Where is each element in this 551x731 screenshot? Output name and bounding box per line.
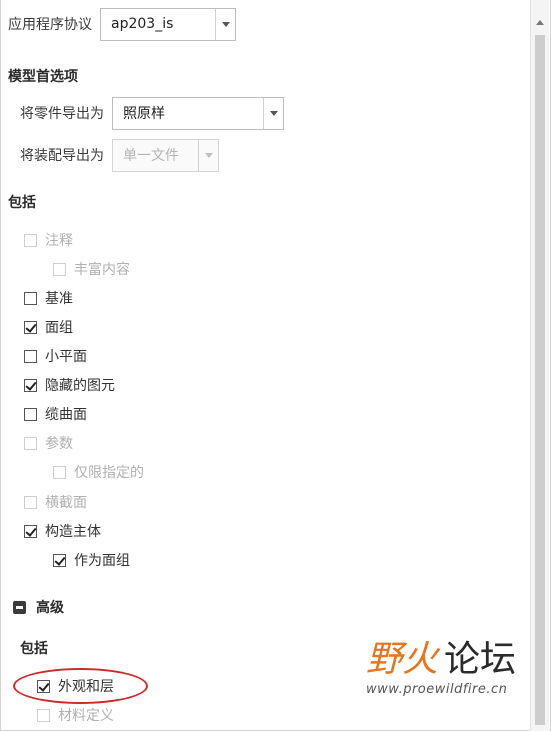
checkbox-box[interactable]: [24, 291, 37, 305]
checkbox-annotations[interactable]: 注释: [24, 229, 73, 251]
checkbox-box[interactable]: [53, 262, 66, 276]
checkbox-label: 构造主体: [45, 524, 101, 540]
checkbox-box[interactable]: [24, 378, 37, 392]
checkbox-rich-content[interactable]: 丰富内容: [53, 258, 130, 280]
checkbox-label: 参数: [45, 436, 73, 452]
part-export-label: 将零件导出为: [20, 106, 104, 122]
highlight-annotation: [13, 668, 148, 704]
part-export-select[interactable]: 照原样: [112, 96, 284, 130]
protocol-select[interactable]: ap203_is: [100, 7, 236, 41]
checkbox-box[interactable]: [24, 349, 37, 363]
checkbox-designated-only[interactable]: 仅限指定的: [53, 461, 144, 483]
checkbox-parameters[interactable]: 参数: [24, 432, 73, 454]
include-heading: 包括: [8, 195, 36, 211]
checkbox-label: 丰富内容: [74, 262, 130, 278]
advanced-heading: 高级: [36, 600, 64, 616]
checkbox-construction-body[interactable]: 构造主体: [24, 520, 101, 542]
chevron-down-icon[interactable]: [215, 8, 235, 40]
watermark-logo: 野 火 论坛: [366, 640, 516, 680]
part-export-value: 照原样: [123, 106, 165, 122]
protocol-label: 应用程序协议: [8, 17, 92, 33]
assembly-export-label: 将装配导出为: [20, 148, 104, 164]
scrollbar-thumb[interactable]: [535, 35, 545, 725]
scroll-up-icon[interactable]: [536, 20, 544, 25]
checkbox-label: 材料定义: [58, 708, 114, 724]
watermark-url: www.proewildfire.cn: [366, 682, 508, 697]
checkbox-datums[interactable]: 基准: [24, 287, 73, 309]
model-prefs-heading: 模型首选项: [8, 69, 78, 85]
checkbox-label: 基准: [45, 291, 73, 307]
checkbox-label: 注释: [45, 233, 73, 249]
export-settings-panel: 应用程序协议 ap203_is 模型首选项 将零件导出为 照原样 将装配导出为 …: [0, 0, 551, 731]
watermark-char-1: 野: [366, 639, 403, 680]
watermark: 野 火 论坛 www.proewildfire.cn: [366, 640, 516, 698]
checkbox-label: 仅限指定的: [74, 465, 144, 481]
checkbox-label: 面组: [45, 320, 73, 336]
chevron-down-icon[interactable]: [263, 97, 283, 129]
checkbox-box[interactable]: [53, 553, 66, 567]
checkbox-box[interactable]: [24, 407, 37, 421]
checkbox-label: 隐藏的图元: [45, 378, 115, 394]
checkbox-hidden-entities[interactable]: 隐藏的图元: [24, 374, 115, 396]
checkbox-cross-sections[interactable]: 横截面: [24, 491, 87, 513]
assembly-export-row: 将装配导出为 单一文件: [20, 138, 219, 172]
checkbox-box[interactable]: [37, 708, 50, 722]
assembly-export-select[interactable]: 单一文件: [112, 138, 219, 172]
checkbox-cable-surfaces[interactable]: 缆曲面: [24, 403, 87, 425]
vertical-scrollbar[interactable]: [530, 0, 549, 731]
part-export-row: 将零件导出为 照原样: [20, 96, 284, 130]
checkbox-facets[interactable]: 小平面: [24, 345, 87, 367]
checkbox-box[interactable]: [24, 495, 37, 509]
checkbox-box[interactable]: [24, 320, 37, 334]
assembly-export-value: 单一文件: [123, 148, 179, 164]
checkbox-box[interactable]: [53, 465, 66, 479]
checkbox-material-definition[interactable]: 材料定义: [37, 704, 114, 726]
checkbox-box[interactable]: [24, 436, 37, 450]
advanced-toggle[interactable]: 高级: [13, 596, 64, 618]
advanced-include-heading: 包括: [20, 641, 48, 657]
watermark-char-2: 火: [402, 639, 439, 680]
collapse-icon[interactable]: [13, 600, 26, 614]
checkbox-as-quilt[interactable]: 作为面组: [53, 549, 130, 571]
protocol-select-value: ap203_is: [111, 16, 174, 32]
watermark-char-3: 论坛: [444, 639, 517, 680]
checkbox-label: 横截面: [45, 495, 87, 511]
checkbox-box[interactable]: [24, 524, 37, 538]
protocol-row: 应用程序协议 ap203_is: [8, 7, 236, 41]
checkbox-quilts[interactable]: 面组: [24, 316, 73, 338]
checkbox-label: 缆曲面: [45, 407, 87, 423]
checkbox-label: 作为面组: [74, 553, 130, 569]
chevron-down-icon[interactable]: [198, 139, 218, 171]
checkbox-label: 小平面: [45, 349, 87, 365]
checkbox-box[interactable]: [24, 233, 37, 247]
